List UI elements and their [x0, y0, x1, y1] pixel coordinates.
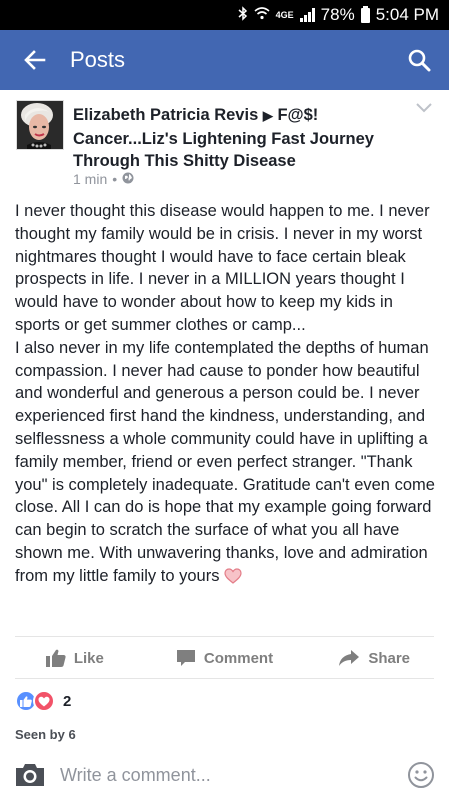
comment-bar — [0, 750, 449, 800]
post-paragraph: I never thought this disease would happe… — [15, 202, 430, 334]
reaction-count: 2 — [63, 692, 72, 710]
share-label: Share — [368, 649, 411, 667]
comment-label: Comment — [203, 649, 274, 667]
share-icon — [339, 650, 360, 666]
bluetooth-icon — [238, 6, 248, 24]
post-time[interactable]: 1 min — [73, 171, 107, 187]
wifi-icon — [254, 7, 270, 23]
globe-icon — [122, 171, 134, 187]
author-avatar[interactable] — [16, 100, 64, 150]
camera-button[interactable] — [0, 750, 60, 800]
comment-icon — [176, 650, 195, 666]
share-button[interactable]: Share — [299, 649, 449, 667]
post-actions: Like Comment Share — [0, 640, 449, 676]
thumbs-up-icon — [45, 649, 66, 667]
post-paragraph-text: I also never in my life contemplated the… — [15, 338, 435, 585]
search-button[interactable] — [389, 30, 449, 90]
heart-emoji-icon — [224, 568, 242, 591]
divider — [15, 636, 434, 637]
app-bar: Posts — [0, 30, 449, 90]
page-title: Posts — [70, 47, 126, 72]
post-menu-button[interactable] — [414, 100, 434, 116]
meta-dot: • — [112, 171, 118, 187]
post-paragraph: I also never in my life contemplated the… — [15, 337, 440, 591]
battery-icon — [360, 5, 370, 23]
reaction-icons — [15, 690, 57, 712]
chevron-down-icon — [416, 103, 432, 113]
camera-icon — [16, 764, 44, 786]
love-reaction-icon — [33, 690, 55, 712]
reactions-summary[interactable]: 2 — [15, 690, 71, 712]
comment-button[interactable]: Comment — [150, 649, 300, 667]
post-meta: 1 min • — [73, 171, 134, 187]
battery-percent: 78% — [320, 5, 355, 24]
network-type: 4GE — [275, 10, 294, 20]
comment-input[interactable] — [60, 755, 393, 795]
back-button[interactable] — [0, 30, 70, 90]
clock: 5:04 PM — [375, 5, 439, 24]
author-name[interactable]: Elizabeth Patricia Revis — [73, 106, 258, 124]
seen-by[interactable]: Seen by 6 — [15, 727, 76, 742]
search-icon — [408, 49, 431, 72]
divider — [15, 678, 434, 679]
emoji-button[interactable] — [393, 750, 449, 800]
arrow-left-icon — [24, 50, 46, 70]
status-bar: 4GE 78% 5:04 PM — [0, 0, 449, 30]
post-author-line: Elizabeth Patricia Revis ▶ F@$! Cancer..… — [73, 104, 413, 173]
emoji-icon — [408, 762, 434, 788]
like-button[interactable]: Like — [0, 649, 150, 667]
group-arrow-icon: ▶ — [262, 108, 273, 123]
post-body: I never thought this disease would happe… — [15, 200, 440, 591]
like-label: Like — [73, 649, 104, 667]
signal-icon — [299, 8, 315, 22]
